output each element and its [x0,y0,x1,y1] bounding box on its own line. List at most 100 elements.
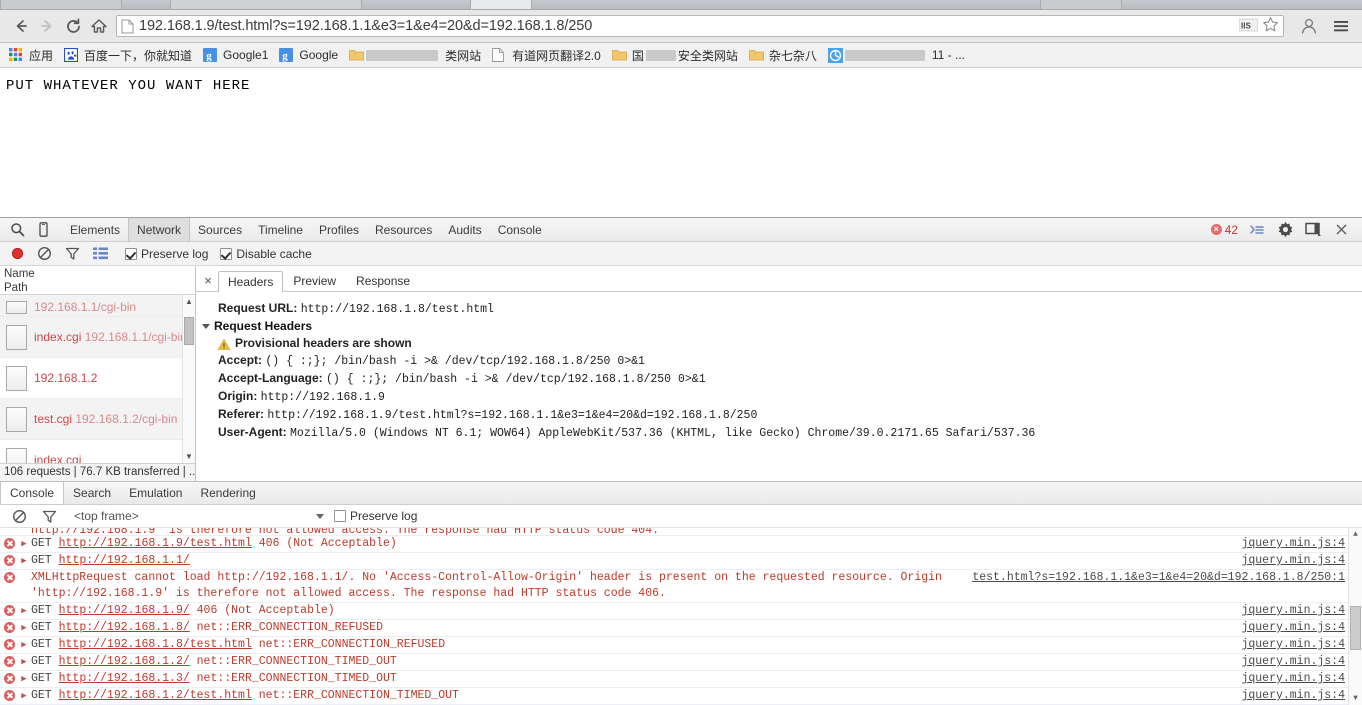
console-link[interactable]: http://192.168.1.2/test.html [59,689,252,702]
expand-triangle-icon[interactable]: ▶ [17,671,31,687]
scroll-up-arrow-icon[interactable]: ▲ [183,295,195,307]
console-source-link[interactable]: jquery.min.js:4 [1231,553,1345,569]
expand-triangle-icon[interactable]: ▶ [17,654,31,670]
tab-console[interactable]: Console [490,218,550,241]
scroll-down-arrow-icon[interactable]: ▼ [1349,692,1362,705]
console-link[interactable]: http://192.168.1.8/ [59,621,190,634]
reload-icon[interactable] [60,13,86,39]
preserve-log-checkbox-network[interactable]: Preserve log [125,247,208,261]
column-header-path[interactable]: Path [4,281,191,295]
list-item[interactable]: ▶ GET http://192.168.1.2/test.html net::… [0,688,1349,705]
dock-side-icon[interactable] [1300,218,1326,241]
scroll-up-arrow-icon[interactable]: ▲ [1349,528,1362,541]
console-scrollbar[interactable]: ▲ ▼ [1348,528,1362,705]
bookmark-google[interactable]: g Google [274,46,343,65]
expand-triangle-icon[interactable]: ▶ [17,536,31,552]
network-request-list[interactable]: 192.168.1.1/cgi-bin index.cgi 192.168.1.… [0,295,195,463]
tab-ghost[interactable] [0,0,122,9]
user-profile-icon[interactable] [1296,13,1322,39]
console-source-link[interactable]: jquery.min.js:4 [1231,637,1345,653]
drawer-tab-rendering[interactable]: Rendering [191,482,264,504]
hamburger-menu-icon[interactable] [1328,13,1354,39]
column-header-name[interactable]: Name [4,267,191,281]
console-source-link[interactable]: jquery.min.js:4 [1231,620,1345,636]
console-source-link[interactable]: jquery.min.js:4 [1231,654,1345,670]
bookmark-folder-misc[interactable]: 杂七杂八 [744,46,822,65]
console-link[interactable]: http://192.168.1.8/test.html [59,638,252,651]
disclosure-triangle-icon[interactable] [202,324,210,329]
frame-selector[interactable]: <top frame> [74,509,324,523]
console-source-link[interactable]: jquery.min.js:4 [1231,671,1345,687]
console-source-link[interactable]: jquery.min.js:4 [1231,536,1345,552]
scrollbar-thumb[interactable] [1350,606,1361,650]
clear-console-icon[interactable] [6,505,32,528]
bookmark-apps[interactable]: 应用 [4,46,58,65]
list-item[interactable]: XMLHttpRequest cannot load http://192.16… [0,570,1349,603]
magnifier-inspect-icon[interactable] [4,218,30,241]
scroll-down-arrow-icon[interactable]: ▼ [183,451,195,463]
tab-ghost[interactable] [1040,0,1122,9]
home-icon[interactable] [86,13,112,39]
tab-profiles[interactable]: Profiles [311,218,367,241]
disable-cache-checkbox[interactable]: Disable cache [220,247,312,261]
close-icon[interactable] [1328,218,1354,241]
list-item[interactable]: ▶ GET http://192.168.1.8/ net::ERR_CONNE… [0,620,1349,637]
bookmark-baidu[interactable]: 百度一下，你就知道 [59,46,197,65]
list-item[interactable]: http://192.168.1.9' is therefore not all… [0,528,1349,536]
list-item[interactable]: ▶ GET http://192.168.1.1/ jquery.min.js:… [0,553,1349,570]
list-item[interactable]: ▶ GET http://192.168.1.2/ net::ERR_CONNE… [0,654,1349,671]
list-item[interactable]: ▶ GET http://192.168.1.3/ net::ERR_CONNE… [0,671,1349,688]
tab-preview[interactable]: Preview [283,272,346,291]
console-drawer-icon[interactable] [1244,218,1270,241]
bookmark-folder-redacted-1[interactable]: 类网站 [344,46,486,65]
tab-resources[interactable]: Resources [367,218,440,241]
console-source-link[interactable]: test.html?s=192.168.1.1&e3=1&e4=20&d=192… [962,570,1345,586]
expand-triangle-icon[interactable]: ▶ [17,688,31,704]
console-link[interactable]: http://192.168.1.3/ [59,672,190,685]
tab-sources[interactable]: Sources [190,218,250,241]
list-item[interactable]: ▶ GET http://192.168.1.8/test.html net::… [0,637,1349,654]
list-item[interactable]: ▶ GET http://192.168.1.9/ 406 (Not Accep… [0,603,1349,620]
console-source-link[interactable]: jquery.min.js:4 [1231,603,1345,619]
star-icon[interactable] [1262,16,1279,36]
tab-network[interactable]: Network [128,218,191,241]
back-arrow-icon[interactable] [8,13,34,39]
tab-audits[interactable]: Audits [440,218,489,241]
chevron-down-icon[interactable] [316,513,324,519]
console-message-list[interactable]: http://192.168.1.9' is therefore not all… [0,528,1362,705]
console-link[interactable]: http://192.168.1.1/ [59,554,190,567]
preserve-log-checkbox-console[interactable]: Preserve log [334,509,417,523]
ie-tab-icon[interactable]: IIS [1238,18,1259,35]
expand-triangle-icon[interactable]: ▶ [17,553,31,569]
address-bar[interactable]: 192.168.1.9/test.html?s=192.168.1.1&e3=1… [116,15,1284,37]
console-source-link[interactable]: jquery.min.js:4 [1231,688,1345,704]
tab-ghost[interactable] [170,0,362,9]
forward-arrow-icon[interactable] [34,13,60,39]
bookmark-google1[interactable]: g Google1 [198,46,273,65]
table-row[interactable]: index.cgi [0,440,195,463]
bookmark-youdao[interactable]: 有道网页翻译2.0 [487,46,606,65]
console-link[interactable]: http://192.168.1.9/test.html [59,537,252,550]
table-row[interactable]: index.cgi 192.168.1.1/cgi-bin [0,317,195,358]
close-detail-icon[interactable]: × [198,269,218,291]
drawer-tab-console[interactable]: Console [0,482,65,504]
table-row[interactable]: 192.168.1.1/cgi-bin [0,295,195,317]
expand-triangle-icon[interactable]: ▶ [17,620,31,636]
expand-triangle-icon[interactable]: ▶ [17,637,31,653]
tab-headers[interactable]: Headers [218,271,284,292]
console-link[interactable]: http://192.168.1.2/ [59,655,190,668]
record-button-icon[interactable] [12,248,23,259]
tab-timeline[interactable]: Timeline [250,218,311,241]
console-link[interactable]: http://192.168.1.9/ [59,604,190,617]
list-item[interactable]: ▶ GET http://192.168.1.9/test.html 406 (… [0,536,1349,553]
scrollbar-thumb[interactable] [184,317,194,345]
drawer-tab-search[interactable]: Search [64,482,120,504]
network-list-scrollbar[interactable]: ▲ ▼ [182,295,195,463]
expand-triangle-icon[interactable]: ▶ [17,603,31,619]
list-view-icon[interactable] [87,242,113,265]
bookmark-redacted-3[interactable]: 11 - ... [823,46,970,65]
tab-elements[interactable]: Elements [62,218,128,241]
gear-icon[interactable] [1272,218,1298,241]
filter-funnel-icon[interactable] [36,505,62,528]
tab-ghost-active[interactable] [470,0,532,9]
